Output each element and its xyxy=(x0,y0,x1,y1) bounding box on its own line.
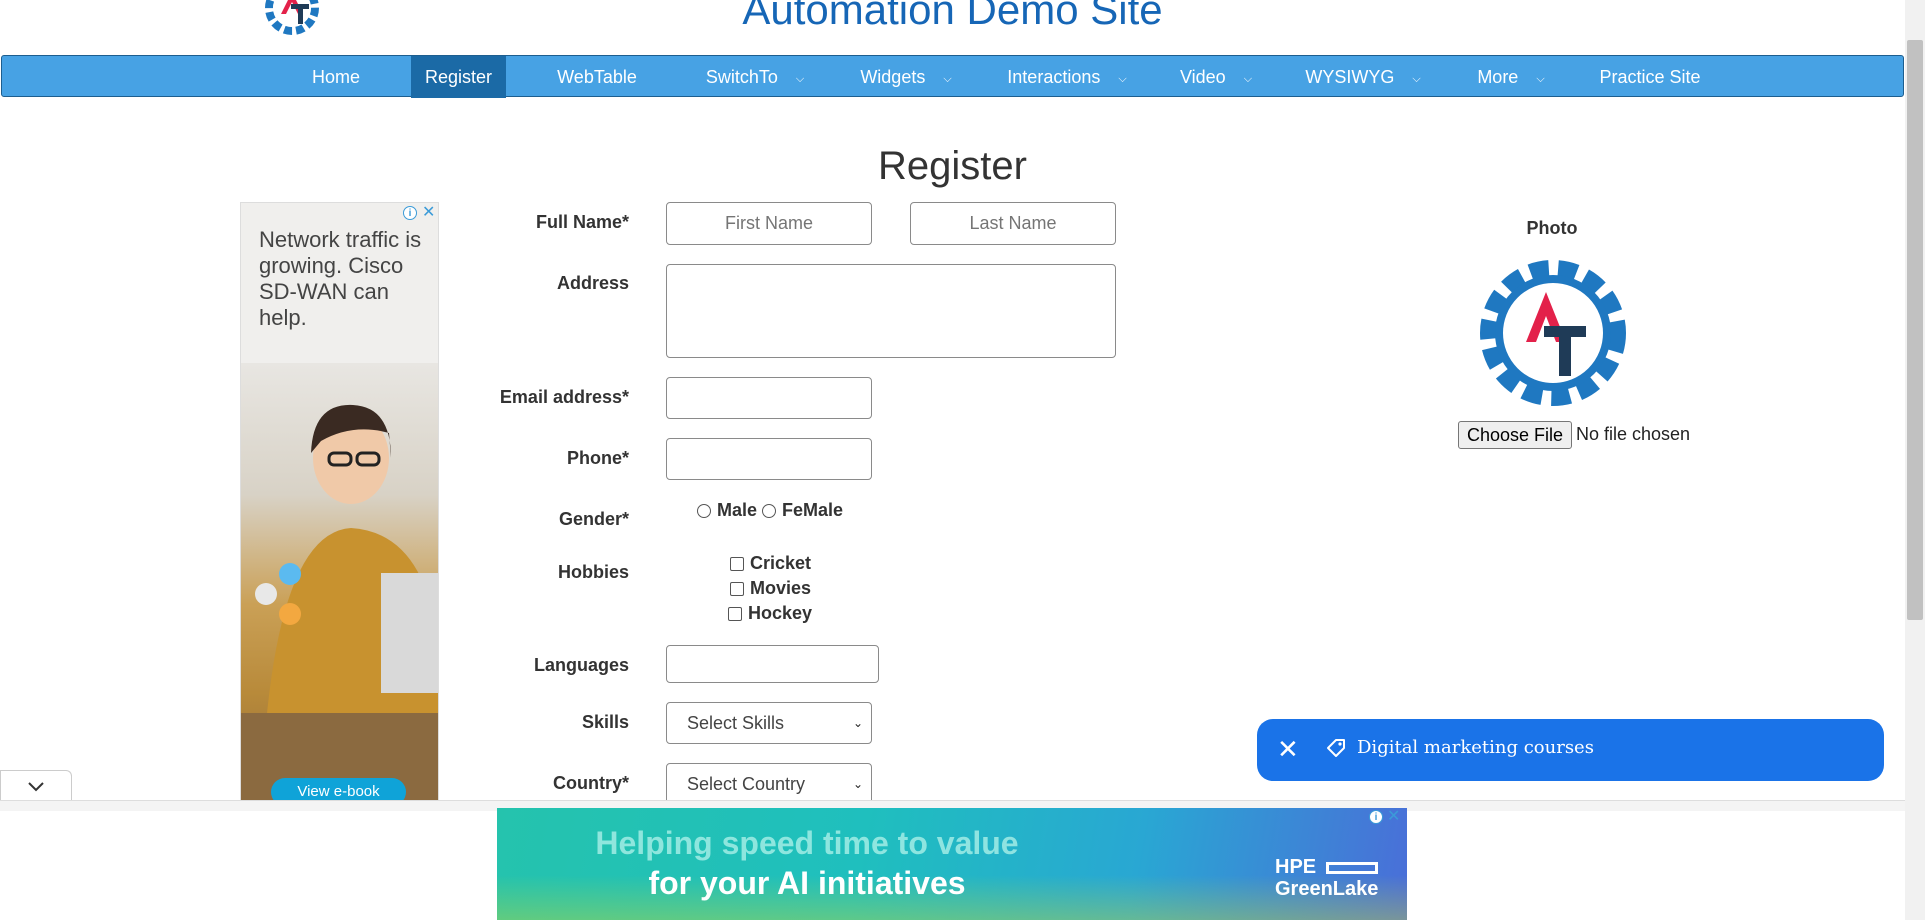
nav-widgets[interactable]: Widgets ⌵ xyxy=(846,56,966,98)
site-title: Automation Demo Site xyxy=(742,0,1163,33)
phone-label: Phone* xyxy=(566,448,629,468)
skills-selected-value: Select Skills xyxy=(687,713,785,733)
nav-webtable[interactable]: WebTable xyxy=(542,56,652,98)
nav-more[interactable]: More ⌵ xyxy=(1468,56,1554,98)
languages-label: Languages xyxy=(533,655,629,675)
toast-text: Digital marketing courses xyxy=(1357,737,1594,758)
nav-practice-site[interactable]: Practice Site xyxy=(1590,56,1710,98)
brand-line2: GreenLake xyxy=(1275,878,1379,900)
nav-practice-site-label: Practice Site xyxy=(1599,67,1701,87)
address-label: Address xyxy=(556,273,629,293)
nav-webtable-label: WebTable xyxy=(557,67,637,87)
last-name-input[interactable] xyxy=(910,202,1116,245)
tag-icon xyxy=(1327,739,1345,757)
ad-dot-gray xyxy=(255,583,277,605)
main-navbar: Home Register WebTable SwitchTo ⌵ Widgets… xyxy=(1,55,1904,98)
nav-more-label: More xyxy=(1477,67,1519,87)
promo-toast[interactable]: ✕ Digital marketing courses xyxy=(1257,719,1884,781)
chevron-down-icon: ⌵ xyxy=(1118,73,1127,85)
file-status-text: No file chosen xyxy=(1576,424,1691,444)
hobby-movies-label: Movies xyxy=(750,578,812,598)
nav-video-label: Video xyxy=(1179,67,1226,87)
hobby-hockey-label: Hockey xyxy=(748,603,813,623)
choose-file-button[interactable]: Choose File xyxy=(1458,421,1572,449)
gender-male-radio[interactable] xyxy=(697,504,711,518)
nav-wysiwyg-label: WYSIWYG xyxy=(1305,67,1395,87)
country-label: Country* xyxy=(553,773,629,793)
nav-register[interactable]: Register xyxy=(411,56,506,98)
nav-video[interactable]: Video ⌵ xyxy=(1170,56,1262,98)
nav-switchto-label: SwitchTo xyxy=(705,67,778,87)
hpe-greenlake-logo: HPE GreenLake xyxy=(1275,856,1378,900)
gender-female-radio[interactable] xyxy=(762,504,776,518)
scrollbar-thumb[interactable] xyxy=(1907,40,1923,620)
phone-input[interactable] xyxy=(666,438,872,480)
gender-female-label: FeMale xyxy=(782,500,844,520)
skills-label: Skills xyxy=(581,712,629,732)
chevron-down-icon xyxy=(28,782,44,792)
languages-input[interactable] xyxy=(666,645,879,683)
ad-bottom-banner[interactable]: Helping speed time to value for your AI … xyxy=(497,808,1407,920)
chevron-down-icon: ⌄ xyxy=(852,777,863,791)
chevron-down-icon: ⌵ xyxy=(795,73,805,85)
email-input[interactable] xyxy=(666,377,872,419)
chevron-down-icon: ⌄ xyxy=(852,716,863,730)
hobby-cricket-label: Cricket xyxy=(750,553,812,573)
photo-preview-logo xyxy=(1480,260,1626,406)
hobby-movies-checkbox[interactable] xyxy=(730,582,744,596)
country-selected-value: Select Country xyxy=(687,774,806,794)
close-ad-icon[interactable]: ✕ xyxy=(1387,809,1400,825)
skills-select[interactable]: Select Skills ⌄ xyxy=(666,702,872,744)
nav-interactions[interactable]: Interactions ⌵ xyxy=(992,56,1142,98)
hpe-rectangle-mark xyxy=(1325,861,1378,874)
close-icon[interactable]: ✕ xyxy=(1277,733,1299,765)
full-name-label: Full Name* xyxy=(535,212,629,232)
ad-bottom-line1: Helping speed time to value xyxy=(595,825,1019,861)
ad-dot-blue xyxy=(279,563,301,585)
country-select[interactable]: Select Country ⌄ xyxy=(666,763,872,805)
gender-label: Gender* xyxy=(558,509,629,529)
gender-male-label: Male xyxy=(717,500,758,520)
chevron-down-icon: ⌵ xyxy=(1536,73,1545,85)
nav-home-label: Home xyxy=(311,67,360,87)
nav-interactions-label: Interactions xyxy=(1007,67,1101,87)
nav-switchto[interactable]: SwitchTo ⌵ xyxy=(690,56,820,98)
nav-register-label: Register xyxy=(424,67,493,87)
hobby-cricket-checkbox[interactable] xyxy=(730,557,744,571)
nav-home[interactable]: Home xyxy=(292,56,380,98)
email-label: Email address* xyxy=(499,387,629,407)
hobby-hockey-checkbox[interactable] xyxy=(728,607,742,621)
collapse-ad-tab[interactable] xyxy=(0,770,72,800)
address-textarea[interactable] xyxy=(666,264,1116,358)
chevron-down-icon: ⌵ xyxy=(943,73,952,85)
page-title: Register xyxy=(878,144,1027,188)
ad-bottom-line2: for your AI initiatives xyxy=(648,865,966,901)
nav-widgets-label: Widgets xyxy=(860,67,926,87)
brand-line1: HPE xyxy=(1275,856,1317,878)
photo-label: Photo xyxy=(1526,218,1578,238)
ad-dot-orange xyxy=(279,603,301,625)
chevron-down-icon: ⌵ xyxy=(1412,73,1421,85)
nav-wysiwyg[interactable]: WYSIWYG ⌵ xyxy=(1298,56,1428,98)
hobbies-label: Hobbies xyxy=(557,562,629,582)
adchoices-icon[interactable]: i xyxy=(1369,810,1383,824)
chevron-down-icon: ⌵ xyxy=(1243,73,1253,85)
first-name-input[interactable] xyxy=(666,202,872,245)
